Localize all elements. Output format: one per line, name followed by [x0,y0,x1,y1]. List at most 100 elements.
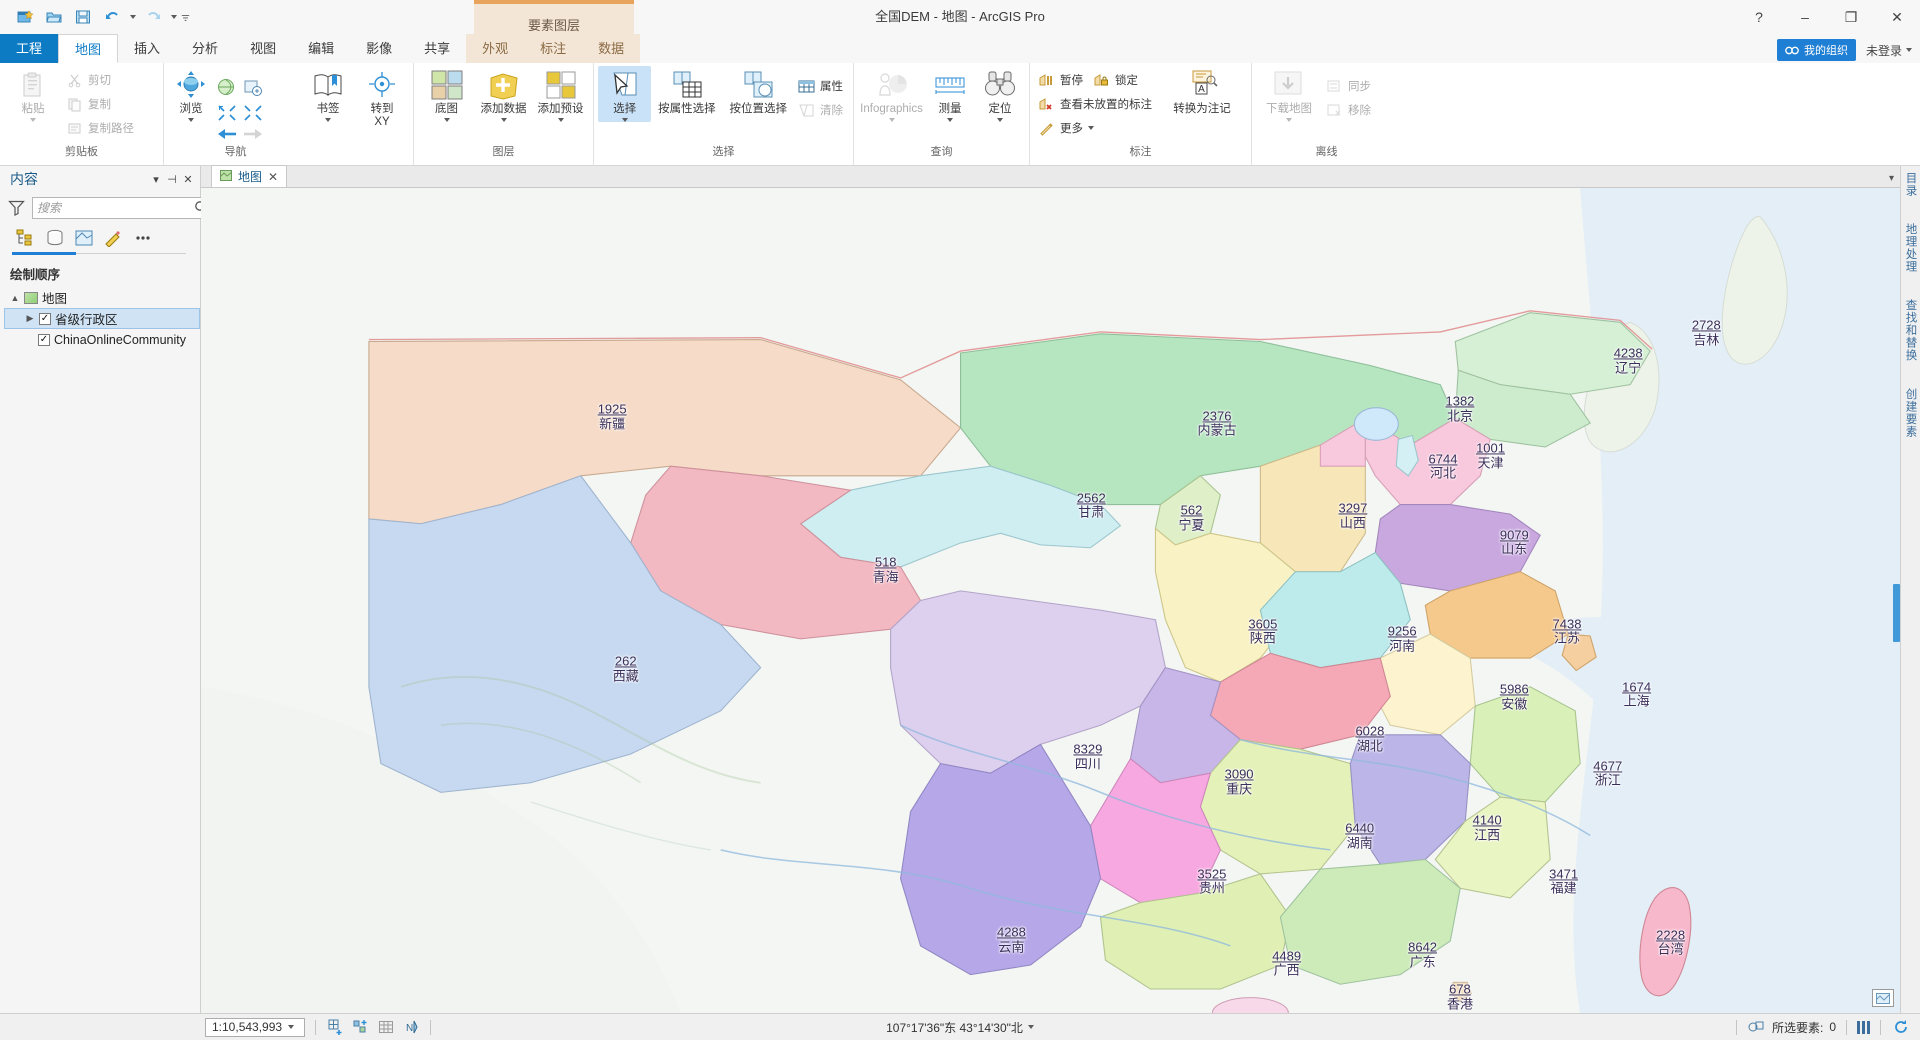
filter-icon[interactable] [8,199,26,217]
tab-analysis[interactable]: 分析 [176,34,234,63]
refresh-icon[interactable] [1891,1018,1910,1037]
fixed-zoom-in2-button[interactable] [214,101,240,123]
signin-status[interactable]: 未登录 [1866,42,1912,59]
layer-node-map[interactable]: ▲ 地图 [4,287,200,308]
pause-labeling-button[interactable]: 暂停 [1034,68,1089,92]
add-preset-button[interactable]: 添加预设 [532,66,589,122]
dock-tab-catalog[interactable]: 目录 [1903,172,1919,197]
map-attribution-icon[interactable] [1872,989,1894,1007]
bookmarks-dropdown-icon[interactable] [325,118,331,122]
open-project-icon[interactable] [41,4,67,30]
tab-labeling[interactable]: 标注 [524,34,582,63]
download-map-dropdown-icon[interactable] [1286,118,1292,122]
bookmarks-button[interactable]: 书签 [301,66,355,122]
more-labeling-button[interactable]: 更多 [1034,116,1158,140]
sync-button[interactable]: 同步 [1322,74,1377,98]
goto-xy-button[interactable]: 转到 XY [355,66,409,129]
locate-dropdown-icon[interactable] [996,118,1003,122]
add-data-dropdown-icon[interactable] [500,118,507,122]
dock-tab-create-features[interactable]: 创建要素 [1903,388,1919,438]
add-data-button[interactable]: 添加数据 [475,66,532,122]
search-input[interactable] [37,201,194,215]
select-by-location-button[interactable]: 按位置选择 [723,66,794,116]
map-canvas[interactable]: 1925 新疆 2376 内蒙古 4238 辽宁 2728 吉林 1382 北京… [201,188,1900,1013]
download-map-button[interactable]: 下载地图 [1256,66,1322,122]
fixed-zoom-out-button[interactable] [240,69,266,105]
previous-extent-button[interactable] [214,121,240,145]
tab-project[interactable]: 工程 [0,34,59,63]
tab-imagery[interactable]: 影像 [350,34,408,63]
minimize-button[interactable]: – [1782,0,1828,34]
help-button[interactable]: ? [1736,0,1782,34]
dock-tab-find-replace[interactable]: 查找和替换 [1903,299,1919,362]
contents-pane-pin-icon[interactable]: ⊣ [164,170,180,188]
tab-share[interactable]: 共享 [408,34,466,63]
contents-pane-menu-icon[interactable]: ▾ [148,170,164,188]
north-arrow-status-icon[interactable]: N [401,1018,420,1037]
fixed-zoom-out2-button[interactable] [240,101,266,123]
layer-node-basemap[interactable]: ✓ ChinaOnlineCommunity [4,329,200,350]
expander-icon[interactable]: ▲ [10,293,20,303]
attribute-table-button[interactable]: 属性 [794,74,849,98]
tab-insert[interactable]: 插入 [118,34,176,63]
undo-dropdown-icon[interactable] [128,4,137,30]
infographics-dropdown-icon[interactable] [888,118,895,122]
new-project-icon[interactable] [12,4,38,30]
clear-selection-button[interactable]: 清除 [794,98,849,122]
tab-data[interactable]: 数据 [582,34,640,63]
layer-node-province[interactable]: ▶ ✓ 省级行政区 [4,308,200,329]
paste-button[interactable]: 粘贴 [4,66,62,122]
more-list-options-icon[interactable] [128,225,155,251]
view-tab-close-icon[interactable]: ✕ [268,170,278,184]
layer-checkbox-province[interactable]: ✓ [39,312,51,325]
basemap-dropdown-icon[interactable] [443,118,450,122]
undo-icon[interactable] [99,4,125,30]
layer-checkbox-basemap[interactable]: ✓ [38,333,50,346]
tab-edit[interactable]: 编辑 [292,34,350,63]
copy-button[interactable]: 复制 [62,92,140,116]
locate-button[interactable]: 定位 [975,66,1025,122]
map-scale-control[interactable]: 1:10,543,993 [205,1017,305,1037]
redo-icon[interactable] [140,4,166,30]
basemap-button[interactable]: 底图 [418,66,475,122]
paste-dropdown-icon[interactable] [30,118,36,122]
explore-button[interactable]: 浏览 [168,66,214,122]
select-by-attributes-button[interactable]: 按属性选择 [651,66,722,116]
select-dropdown-icon[interactable] [621,118,628,122]
close-button[interactable]: ✕ [1874,0,1920,34]
dock-tab-geoprocessing[interactable]: 地理处理 [1903,223,1919,273]
lock-labels-button[interactable]: 锁定 [1089,68,1144,92]
measure-button[interactable]: 测量 [925,66,975,122]
expander-icon[interactable]: ▶ [25,313,35,324]
convert-to-annotation-button[interactable]: A 转换为注记 [1158,66,1246,116]
infographics-button[interactable]: Infographics [858,66,925,122]
customize-qat-icon[interactable] [181,4,190,30]
map-scale-chevron-down-icon[interactable] [288,1025,295,1029]
redo-dropdown-icon[interactable] [169,4,178,30]
tab-appearance[interactable]: 外观 [466,34,524,63]
next-extent-button[interactable] [240,121,266,145]
select-features-status-icon[interactable] [351,1018,370,1037]
pause-drawing-icon[interactable] [1857,1020,1870,1034]
portal-badge[interactable]: 我的组织 [1776,39,1856,61]
maximize-button[interactable]: ❐ [1828,0,1874,34]
add-preset-dropdown-icon[interactable] [557,118,564,122]
select-button[interactable]: 选择 [598,66,652,122]
more-labeling-dropdown-icon[interactable] [1088,126,1094,130]
tab-view[interactable]: 视图 [234,34,292,63]
contents-pane-close-icon[interactable]: ✕ [180,170,196,188]
tab-map[interactable]: 地图 [58,34,119,63]
signin-chevron-down-icon[interactable] [1906,48,1912,52]
list-by-editing-icon[interactable] [99,225,126,251]
contents-search-box[interactable] [32,197,213,219]
measure-dropdown-icon[interactable] [947,118,953,122]
coordinates-chevron-down-icon[interactable] [1027,1025,1034,1029]
add-bookmark-status-icon[interactable] [326,1018,345,1037]
list-by-drawing-order-icon[interactable] [12,225,39,251]
fixed-zoom-in-button[interactable] [214,69,240,105]
save-project-icon[interactable] [70,4,96,30]
copy-path-button[interactable]: 复制路径 [62,116,140,140]
remove-offline-button[interactable]: 移除 [1322,98,1377,122]
explore-dropdown-icon[interactable] [188,118,194,122]
view-tab-overflow-icon[interactable]: ▾ [1889,173,1894,184]
